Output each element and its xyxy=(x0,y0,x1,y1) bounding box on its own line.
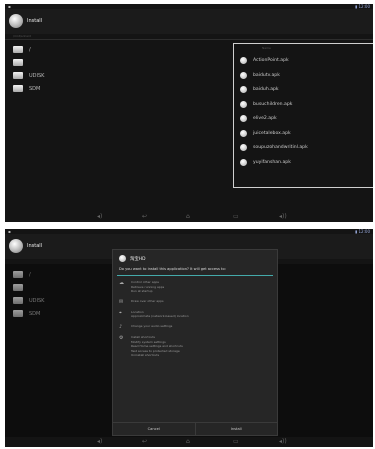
file-item[interactable]: soupuzohandwritinl.apk xyxy=(240,143,308,153)
apps-permission-icon: ☁ xyxy=(119,280,124,286)
permission-line: Approximate (network-based) location xyxy=(131,314,189,319)
cancel-button[interactable]: Cancel xyxy=(113,423,196,435)
drive-item-sdm[interactable]: SDM xyxy=(13,83,44,94)
install-dialog-screen: ▪ ▮ 12:00 Install / UDISK SDM 淘宝HD Do yo… xyxy=(5,229,373,447)
drive-icon xyxy=(13,72,23,79)
permission-group: ✉ Draw over other apps xyxy=(119,299,273,305)
drive-icon xyxy=(13,59,23,66)
file-item[interactable]: busuchildren.apk xyxy=(240,100,308,110)
back-icon[interactable]: ↩ xyxy=(142,439,147,445)
path-bar: /mnt/sdcard xyxy=(5,34,373,40)
file-name: baidutv.apk xyxy=(253,72,280,78)
apk-icon xyxy=(240,100,247,108)
file-name: juicetalebox.apk xyxy=(253,130,291,136)
permission-group: ☁ Control other apps Retrieve running ap… xyxy=(119,280,273,294)
file-name: ActionPoint.apk xyxy=(253,58,289,64)
permission-group: ♪ Change your audio settings xyxy=(119,324,273,330)
back-icon[interactable]: ↩ xyxy=(142,214,147,220)
drive-item-udisk[interactable]: UDISK xyxy=(13,70,44,81)
file-name: elive2.apk xyxy=(253,116,277,122)
apk-icon xyxy=(240,144,247,152)
file-browser-screen: ▪ ▮ 12:00 Install /mnt/sdcard / UDISK SD… xyxy=(5,4,373,222)
file-name: baiduh.apk xyxy=(253,87,279,93)
installer-app-icon xyxy=(9,239,23,253)
permission-line: Uninstall shortcuts xyxy=(131,353,160,358)
dialog-app-name: 淘宝HD xyxy=(130,256,146,262)
file-item[interactable]: elive2.apk xyxy=(240,114,308,124)
volume-down-icon[interactable]: ◂) xyxy=(97,214,102,220)
apk-icon xyxy=(240,158,247,166)
permission-line: Change your audio settings xyxy=(131,323,173,328)
home-icon[interactable]: ⌂ xyxy=(186,439,190,445)
dialog-buttons: Cancel Install xyxy=(113,422,277,435)
install-permission-dialog: 淘宝HD Do you want to install this applica… xyxy=(112,249,278,436)
drive-item-2[interactable] xyxy=(13,57,44,68)
app-bar: Install xyxy=(5,9,373,34)
dialog-header: 淘宝HD xyxy=(119,255,145,262)
permission-group: ⌖ Location Approximate (network-based) l… xyxy=(119,310,273,319)
permission-line: Draw over other apps xyxy=(131,298,164,303)
file-item[interactable]: baiduh.apk xyxy=(240,85,308,95)
permission-group: ⚙ Install shortcuts Modify system settin… xyxy=(119,335,273,358)
navigation-bar: ◂) ↩ ⌂ ▭ ◂)) xyxy=(5,437,373,447)
app-icon xyxy=(119,255,126,262)
file-item[interactable]: yuyifanshan.apk xyxy=(240,158,308,168)
volume-down-icon[interactable]: ◂) xyxy=(97,439,102,445)
volume-up-icon[interactable]: ◂)) xyxy=(279,214,287,220)
installer-app-icon xyxy=(9,14,23,28)
column-header-name: Name xyxy=(262,46,271,50)
file-name: soupuzohandwritinl.apk xyxy=(253,145,308,151)
file-item[interactable]: ActionPoint.apk xyxy=(240,56,308,66)
file-item[interactable]: baidutv.apk xyxy=(240,71,308,81)
drive-item-root[interactable]: / xyxy=(13,44,44,55)
apk-icon xyxy=(240,71,247,79)
file-name: busuchildren.apk xyxy=(253,101,293,107)
drive-label: / xyxy=(29,46,31,53)
recents-icon[interactable]: ▭ xyxy=(233,214,239,220)
path-label: /mnt/sdcard xyxy=(13,34,32,38)
apk-icon xyxy=(240,86,247,94)
recents-icon[interactable]: ▭ xyxy=(233,439,239,445)
home-icon[interactable]: ⌂ xyxy=(186,214,190,220)
apk-file-list: Name ActionPoint.apk baidutv.apk baiduh.… xyxy=(233,43,373,188)
permission-line: Run at startup xyxy=(131,289,153,294)
location-icon: ⌖ xyxy=(119,309,122,316)
file-name: yuyifanshan.apk xyxy=(253,159,291,165)
drive-icon xyxy=(13,46,23,53)
drive-label: SDM xyxy=(29,85,41,92)
drive-list: / UDISK SDM xyxy=(13,44,44,96)
drive-label: UDISK xyxy=(29,72,45,79)
navigation-bar: ◂) ↩ ⌂ ▭ ◂)) xyxy=(5,212,373,222)
overlay-permission-icon: ✉ xyxy=(119,298,124,305)
apk-icon xyxy=(240,115,247,123)
audio-icon: ♪ xyxy=(119,323,123,330)
apk-icon xyxy=(240,57,247,65)
install-button[interactable]: Install xyxy=(196,423,278,435)
permission-list: ☁ Control other apps Retrieve running ap… xyxy=(119,280,273,363)
apk-icon xyxy=(240,129,247,137)
drive-icon xyxy=(13,85,23,92)
dialog-divider xyxy=(117,275,273,276)
app-title: Install xyxy=(27,243,43,249)
system-settings-icon: ⚙ xyxy=(119,334,124,341)
volume-up-icon[interactable]: ◂)) xyxy=(279,439,287,445)
app-title: Install xyxy=(27,18,43,24)
install-question: Do you want to install this application?… xyxy=(119,267,226,271)
file-item[interactable]: juicetalebox.apk xyxy=(240,129,308,139)
